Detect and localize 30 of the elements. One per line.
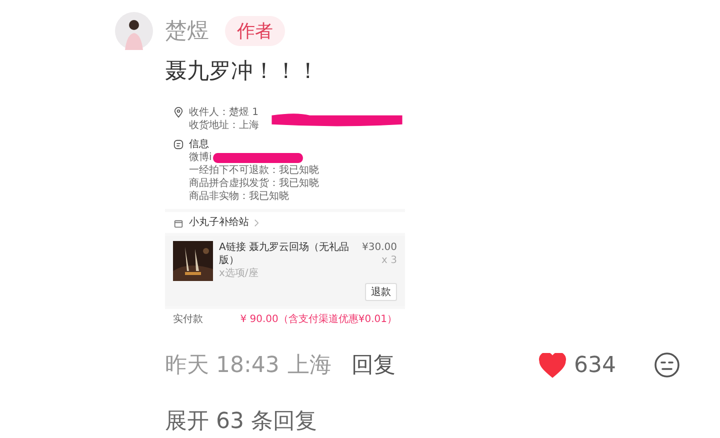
total-label[interactable]: 实付款 <box>173 313 203 326</box>
info-line: 微博i <box>189 151 212 164</box>
avatar[interactable] <box>115 12 153 50</box>
author-badge: 作者 <box>225 16 285 46</box>
order-screenshot[interactable]: 收件人：楚煜 1 收货地址：上海 信息 微博i 一经拍下不可退款：我已知晓 商品拼合虚拟发货：我已知晓 商品非实物：我已知晓 小丸子补给站 A链接 聂九罗云回场（无礼品版） x选项/座 ¥30.00 x 3 退款 实付款 ¥ 90.00（含支付渠道优惠¥0.01） <box>165 100 405 332</box>
location-icon <box>173 107 184 118</box>
expand-replies-link[interactable]: 展开 63 条回复 <box>165 406 720 436</box>
comment-location: 上海 <box>287 352 332 380</box>
info-line: 商品拼合虚拟发货：我已知晓 <box>189 177 319 190</box>
heart-icon[interactable] <box>539 352 566 378</box>
shop-icon <box>173 218 184 228</box>
like-count: 634 <box>574 352 616 378</box>
product-title: A链接 聂九罗云回场（无礼品版） <box>219 241 350 267</box>
shop-name[interactable]: 小丸子补给站 <box>189 216 249 229</box>
total-amount: ¥ 90.00（含支付渠道优惠¥0.01） <box>240 313 397 326</box>
product-quantity: x 3 <box>382 254 397 267</box>
info-title: 信息 <box>189 138 209 151</box>
address-line: 收件人：楚煜 1 <box>189 106 259 119</box>
emoji-icon[interactable] <box>654 352 680 378</box>
refund-button[interactable]: 退款 <box>365 283 397 301</box>
comment-text: 聂九罗冲！！！ <box>165 58 320 86</box>
product-variant: x选项/座 <box>219 267 260 280</box>
info-line: 商品非实物：我已知晓 <box>189 190 289 203</box>
comment-time: 昨天 18:43 <box>165 352 280 380</box>
message-icon <box>173 139 184 150</box>
reply-button[interactable]: 回复 <box>351 350 396 380</box>
chevron-icon <box>254 218 259 226</box>
product-price: ¥30.00 <box>362 241 397 254</box>
info-line: 一经拍下不可退款：我已知晓 <box>189 164 319 177</box>
address-line: 收货地址：上海 <box>189 119 259 132</box>
